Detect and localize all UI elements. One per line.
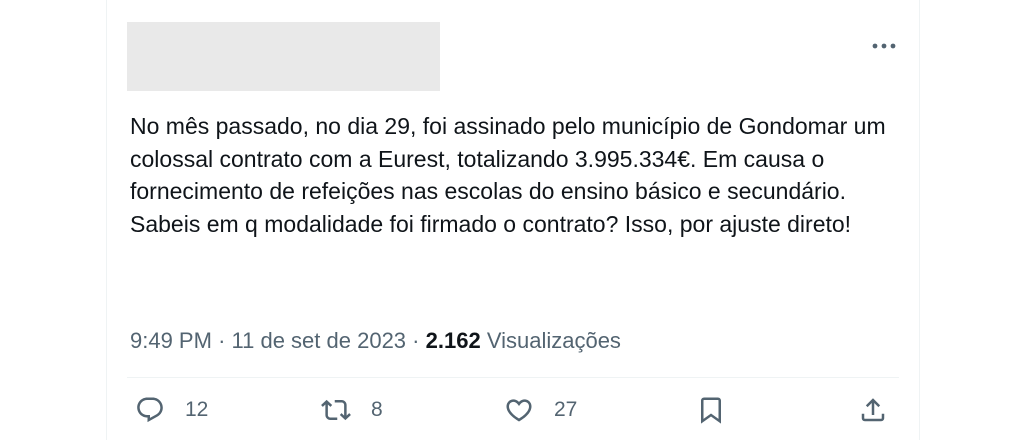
- tweet-metadata: 9:49 PM · 11 de set de 2023 · 2.162 Visu…: [130, 325, 621, 357]
- share-icon: [858, 395, 888, 425]
- more-options-icon[interactable]: [869, 34, 899, 58]
- like-button[interactable]: 27: [504, 392, 577, 428]
- tweet-text: No mês passado, no dia 29, foi assinado …: [130, 110, 905, 240]
- retweet-button[interactable]: 8: [321, 392, 383, 428]
- share-button[interactable]: [858, 392, 888, 428]
- reply-icon: [135, 395, 165, 425]
- reply-button[interactable]: 12: [135, 392, 208, 428]
- tweet-card: No mês passado, no dia 29, foi assinado …: [106, 0, 920, 440]
- retweet-count: 8: [371, 398, 383, 421]
- divider: [127, 377, 899, 378]
- retweet-icon: [321, 395, 351, 425]
- tweet-date[interactable]: 11 de set de 2023: [232, 328, 407, 353]
- meta-separator: ·: [412, 328, 420, 353]
- views-label: Visualizações: [486, 328, 621, 353]
- bookmark-button[interactable]: [696, 392, 726, 428]
- tweet-paragraph: No mês passado, no dia 29, foi assinado …: [130, 113, 886, 204]
- tweet-time[interactable]: 9:49 PM: [130, 328, 212, 353]
- views-count: 2.162: [425, 328, 481, 353]
- like-count: 27: [554, 398, 578, 421]
- bookmark-icon: [696, 395, 726, 425]
- reply-count: 12: [185, 398, 209, 421]
- meta-separator: ·: [218, 328, 226, 353]
- heart-icon: [504, 395, 534, 425]
- redacted-author-header: [127, 22, 440, 91]
- tweet-paragraph: Sabeis em q modalidade foi firmado o con…: [130, 210, 852, 237]
